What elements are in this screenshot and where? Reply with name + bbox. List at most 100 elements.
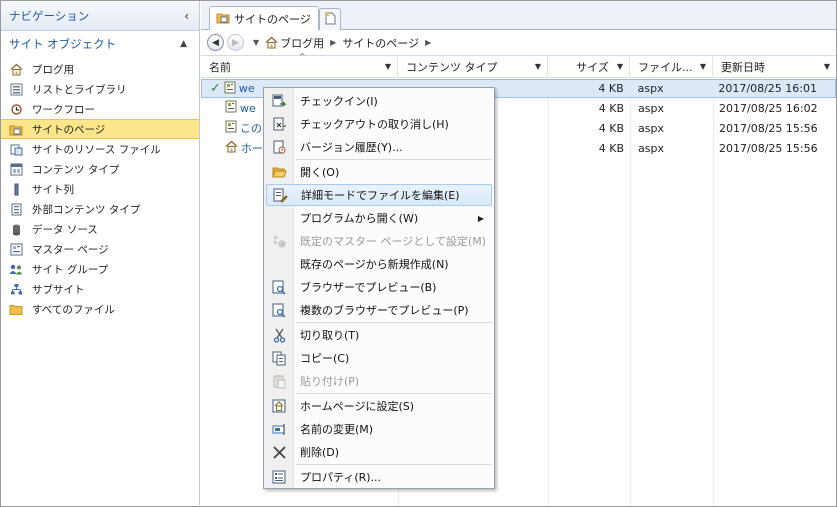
menu-separator <box>296 322 492 323</box>
menu-item-preview-multiple[interactable]: 複数のブラウザーでプレビュー(P) <box>266 299 492 321</box>
nav-item-site-assets[interactable]: サイトのリソース ファイル <box>1 139 199 159</box>
file-name: we <box>238 82 255 95</box>
checkin-icon <box>266 90 292 112</box>
rename-icon <box>266 418 292 440</box>
menu-item-label: チェックアウトの取り消し(H) <box>300 118 449 131</box>
filter-dropdown-icon[interactable]: ▼ <box>824 62 830 71</box>
menu-item-edit-advanced[interactable]: 詳細モードでファイルを編集(E) <box>266 184 492 206</box>
cell-file-type: aspx <box>637 82 664 95</box>
nav-item-label: マスター ページ <box>32 243 109 256</box>
breadcrumb-site-pages[interactable]: サイトのページ <box>342 35 419 51</box>
site-objects-section[interactable]: サイト オブジェクト ▲ <box>1 32 199 56</box>
nav-item-data-sources[interactable]: データ ソース <box>1 219 199 239</box>
tab-strip: サイトのページ <box>201 1 836 30</box>
menu-item-copy[interactable]: コピー(C) <box>266 347 492 369</box>
nav-item-label: サブサイト <box>32 283 85 296</box>
menu-item-delete[interactable]: 削除(D) <box>266 441 492 463</box>
copy-icon <box>266 347 292 369</box>
nav-item-content-types[interactable]: コンテンツ タイプ <box>1 159 199 179</box>
nav-item-external-content-types[interactable]: 外部コンテンツ タイプ <box>1 199 199 219</box>
nav-item-workflows[interactable]: ワークフロー <box>1 99 199 119</box>
filter-dropdown-icon[interactable]: ▼ <box>535 62 541 71</box>
nav-item-site-groups[interactable]: サイト グループ <box>1 259 199 279</box>
filter-dropdown-icon[interactable]: ▼ <box>385 62 391 71</box>
column-header-content-type[interactable]: コンテンツ タイプ ▼ <box>398 56 548 77</box>
menu-item-label: 既存のページから新規作成(N) <box>300 258 449 271</box>
menu-item-label: 貼り付け(P) <box>300 375 360 388</box>
page-file-icon <box>225 100 237 116</box>
delete-icon <box>266 441 292 463</box>
menu-item-undo-checkout[interactable]: チェックアウトの取り消し(H) <box>266 113 492 135</box>
nav-item-subsites[interactable]: サブサイト <box>1 279 199 299</box>
site-objects-list: ブログ用 リストとライブラリ ワークフロー サイトのページ サイトのリソース フ… <box>1 59 199 319</box>
folder-icon <box>9 302 23 316</box>
filter-dropdown-icon[interactable]: ▼ <box>617 62 623 71</box>
new-tab-button[interactable] <box>319 8 341 30</box>
breadcrumb-separator-icon[interactable]: ▶ <box>425 38 431 47</box>
forward-button[interactable]: ▶ <box>227 34 244 51</box>
menu-item-version-history[interactable]: バージョン履歴(Y)... <box>266 136 492 158</box>
site-group-icon <box>9 262 23 276</box>
external-content-icon <box>9 202 23 216</box>
menu-item-new-from-existing[interactable]: 既存のページから新規作成(N) <box>266 253 492 275</box>
cell-size: 4 KB <box>598 101 624 115</box>
collapse-pane-icon[interactable]: ‹ <box>184 9 189 23</box>
home-icon <box>265 36 278 49</box>
menu-item-properties[interactable]: プロパティ(R)... <box>266 466 492 488</box>
menu-item-open-with[interactable]: プログラムから開く(W) ▶ <box>266 207 492 229</box>
filter-dropdown-icon[interactable]: ▼ <box>700 62 706 71</box>
tab-site-pages[interactable]: サイトのページ <box>209 6 319 30</box>
menu-item-label: ブラウザーでプレビュー(B) <box>300 281 437 294</box>
menu-item-set-home-page[interactable]: ホームページに設定(S) <box>266 395 492 417</box>
subsite-icon <box>9 282 23 296</box>
page-file-icon <box>224 81 236 97</box>
nav-item-site-columns[interactable]: サイト列 <box>1 179 199 199</box>
navigation-header: ナビゲーション ‹ <box>1 1 199 31</box>
nav-item-blog[interactable]: ブログ用 <box>1 59 199 79</box>
undo-checkout-icon <box>266 113 292 135</box>
breadcrumb-blog[interactable]: ブログ用 <box>280 35 324 51</box>
nav-item-lists[interactable]: リストとライブラリ <box>1 79 199 99</box>
menu-item-label: ホームページに設定(S) <box>300 400 415 413</box>
tab-label: サイトのページ <box>234 12 311 26</box>
menu-item-label: 複数のブラウザーでプレビュー(P) <box>300 304 469 317</box>
menu-item-label: 既定のマスター ページとして設定(M) <box>300 235 487 248</box>
menu-item-rename[interactable]: 名前の変更(M) <box>266 418 492 440</box>
column-header-name[interactable]: ^ 名前 ▼ <box>201 52 398 77</box>
paste-icon <box>266 370 292 392</box>
column-header-size[interactable]: サイズ ▼ <box>548 56 630 77</box>
nav-item-all-files[interactable]: すべてのファイル <box>1 299 199 319</box>
menu-item-preview-browser[interactable]: ブラウザーでプレビュー(B) <box>266 276 492 298</box>
menu-item-label: 開く(O) <box>300 166 340 179</box>
column-label: ファイル... <box>638 60 693 74</box>
workflow-icon <box>9 102 23 116</box>
menu-separator <box>296 159 492 160</box>
column-header-modified[interactable]: 更新日時 ▼ <box>713 56 836 77</box>
column-label: コンテンツ タイプ <box>406 60 498 74</box>
site-pages-icon <box>216 11 230 27</box>
history-dropdown-icon[interactable]: ▼ <box>253 38 259 47</box>
nav-item-site-pages[interactable]: サイトのページ <box>1 119 199 139</box>
site-pages-icon <box>9 122 23 136</box>
home-page-icon <box>225 140 238 156</box>
content-type-icon <box>9 162 23 176</box>
nav-item-label: 外部コンテンツ タイプ <box>32 203 141 216</box>
menu-item-label: コピー(C) <box>300 352 350 365</box>
menu-item-checkin[interactable]: チェックイン(I) <box>266 90 492 112</box>
new-tab-icon <box>324 12 336 28</box>
nav-item-master-pages[interactable]: マスター ページ <box>1 239 199 259</box>
file-name: ホー <box>241 142 263 155</box>
file-name: この <box>240 122 262 135</box>
menu-item-cut[interactable]: 切り取り(T) <box>266 324 492 346</box>
cell-size: 4 KB <box>598 121 624 135</box>
blank-icon <box>266 253 292 275</box>
cell-modified: 2017/08/25 16:01 <box>718 82 817 95</box>
cell-file-type: aspx <box>638 121 664 135</box>
chevron-up-icon[interactable]: ▲ <box>180 39 187 49</box>
cell-size: 4 KB <box>598 141 624 155</box>
submenu-arrow-icon: ▶ <box>477 213 484 223</box>
breadcrumb-separator-icon[interactable]: ▶ <box>330 38 336 47</box>
column-header-file-type[interactable]: ファイル... ▼ <box>630 56 713 77</box>
menu-item-open[interactable]: 開く(O) <box>266 161 492 183</box>
back-button[interactable]: ◀ <box>207 34 224 51</box>
